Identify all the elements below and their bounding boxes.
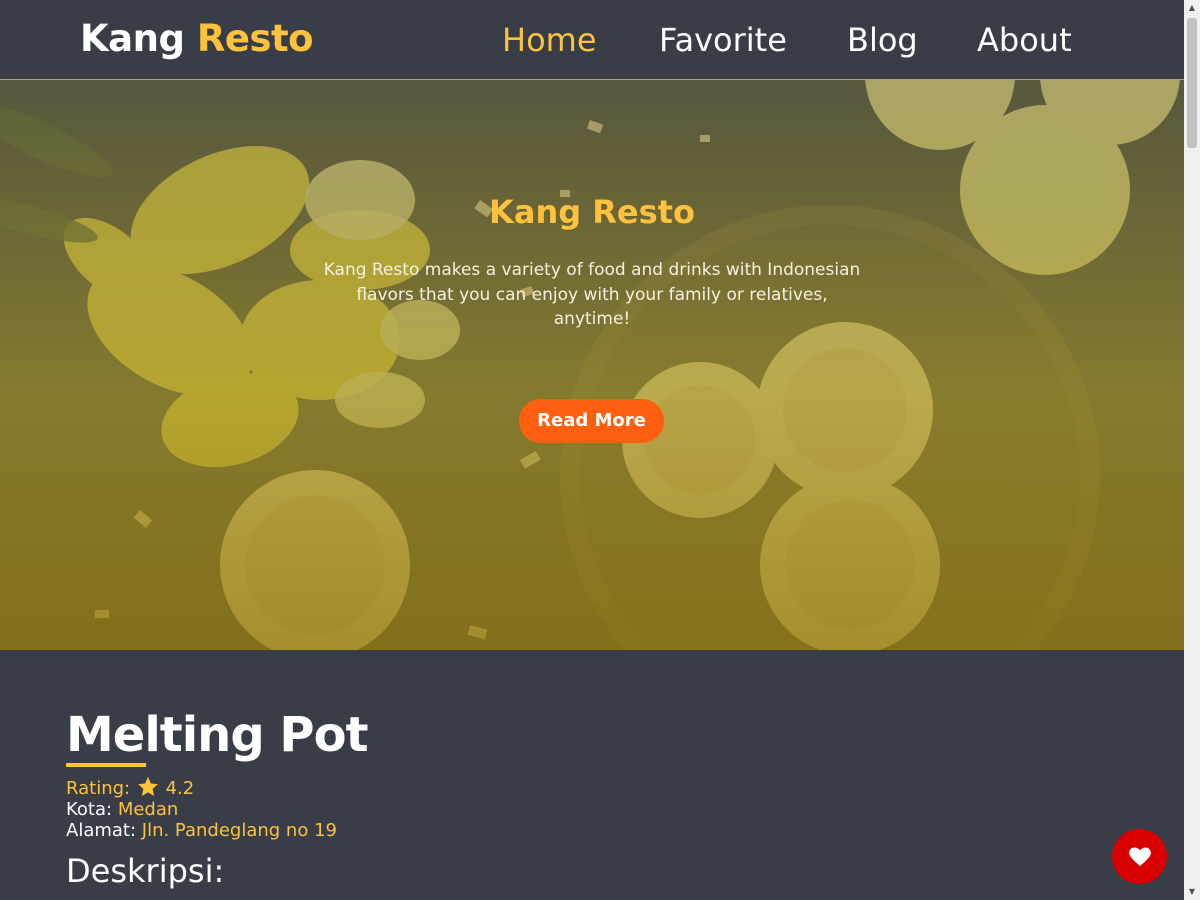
page-scrollbar[interactable]: ▲ ▼ bbox=[1184, 0, 1200, 900]
address-label: Alamat: bbox=[66, 820, 137, 841]
nav-favorite[interactable]: Favorite bbox=[659, 16, 787, 64]
nav-about[interactable]: About bbox=[977, 16, 1072, 64]
description-heading: Deskripsi: bbox=[66, 852, 225, 890]
rating-line: Rating: 4.2 bbox=[66, 777, 1166, 799]
hero-overlay bbox=[0, 80, 1184, 650]
address-value: Jln. Pandeglang no 19 bbox=[141, 820, 337, 841]
favorite-button[interactable] bbox=[1112, 829, 1167, 884]
scroll-down-arrow-icon[interactable]: ▼ bbox=[1184, 884, 1200, 900]
site-header: Kang Resto Home Favorite Blog About bbox=[0, 0, 1184, 80]
hero-text: Kang Resto makes a variety of food and d… bbox=[323, 260, 861, 329]
read-more-button[interactable]: Read More bbox=[519, 399, 664, 443]
heart-icon bbox=[1128, 846, 1151, 866]
restaurant-detail: Melting Pot Rating: 4.2 Kota: Medan Alam… bbox=[66, 700, 1166, 891]
rating-value: 4.2 bbox=[165, 778, 195, 799]
hero-title: Kang Resto bbox=[489, 193, 695, 231]
restaurant-name: Melting Pot bbox=[66, 707, 369, 763]
rating-label: Rating: bbox=[66, 778, 131, 799]
city-label: Kota: bbox=[66, 799, 113, 820]
hero-section: Kang Resto Kang Resto makes a variety of… bbox=[0, 80, 1184, 650]
scroll-up-arrow-icon[interactable]: ▲ bbox=[1184, 0, 1200, 16]
scrollbar-thumb[interactable] bbox=[1187, 18, 1197, 148]
nav-blog[interactable]: Blog bbox=[847, 16, 918, 64]
nav-home[interactable]: Home bbox=[502, 16, 597, 64]
city-value: Medan bbox=[117, 799, 179, 820]
star-icon bbox=[137, 777, 158, 796]
main-nav: Home Favorite Blog About bbox=[0, 16, 1184, 66]
address-line: Alamat: Jln. Pandeglang no 19 bbox=[66, 820, 1166, 841]
city-line: Kota: Medan bbox=[66, 799, 1166, 820]
restaurant-info: Rating: 4.2 Kota: Medan Alamat: Jln. Pan… bbox=[66, 777, 1166, 841]
